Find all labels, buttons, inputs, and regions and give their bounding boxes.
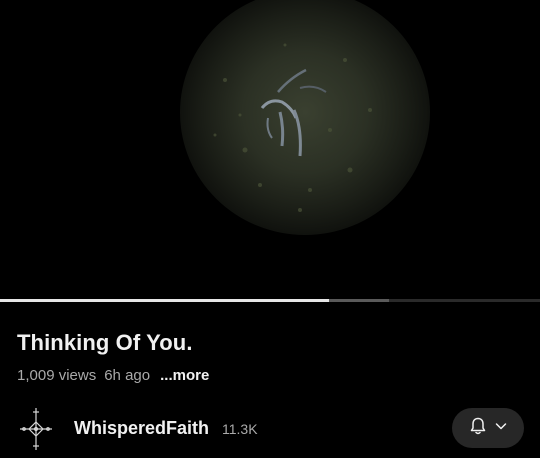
upload-age: 6h ago [104, 367, 151, 384]
cross-emblem-icon[interactable] [16, 406, 56, 452]
video-meta[interactable]: 1,009 views 6h ago ...more [17, 367, 217, 384]
chevron-down-icon [494, 419, 508, 438]
channel-name[interactable]: WhisperedFaith [74, 418, 209, 439]
view-count: 1,009 views [17, 367, 97, 384]
video-subject-figure [213, 43, 372, 212]
notifications-button[interactable] [452, 408, 524, 448]
bell-icon [468, 416, 488, 441]
more-button[interactable]: ...more [160, 367, 209, 384]
channel-row[interactable]: WhisperedFaith 11.3K [0, 404, 540, 454]
video-progress-bar[interactable] [0, 299, 540, 302]
progress-played [0, 299, 330, 302]
video-player[interactable] [0, 0, 540, 300]
video-title: Thinking Of You. [17, 330, 193, 355]
subscriber-count: 11.3K [222, 421, 258, 437]
